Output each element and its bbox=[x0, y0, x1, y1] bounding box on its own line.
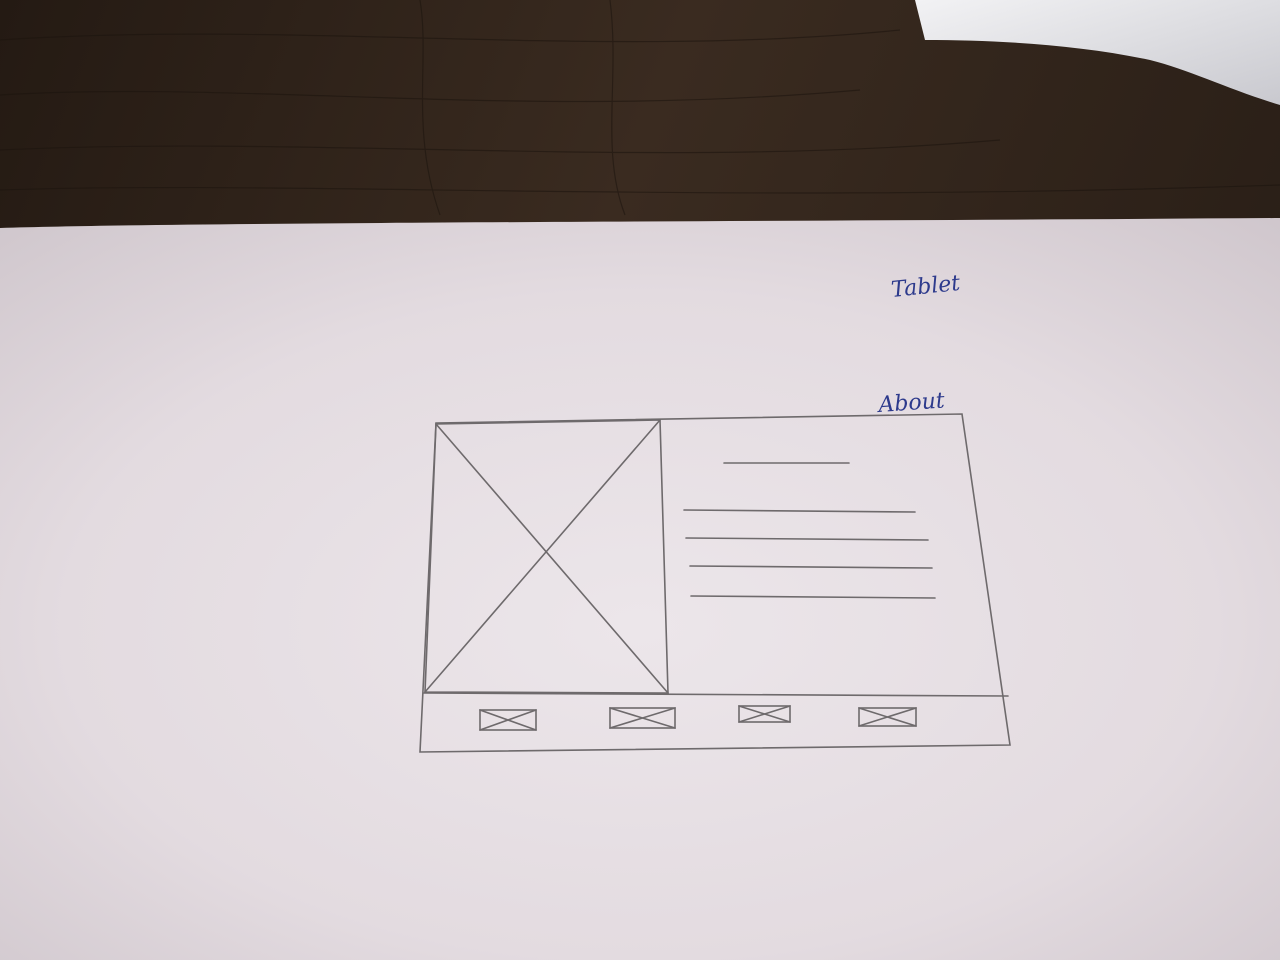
photo-scene: Tablet About bbox=[0, 0, 1280, 960]
paper-sheet bbox=[0, 218, 1280, 960]
